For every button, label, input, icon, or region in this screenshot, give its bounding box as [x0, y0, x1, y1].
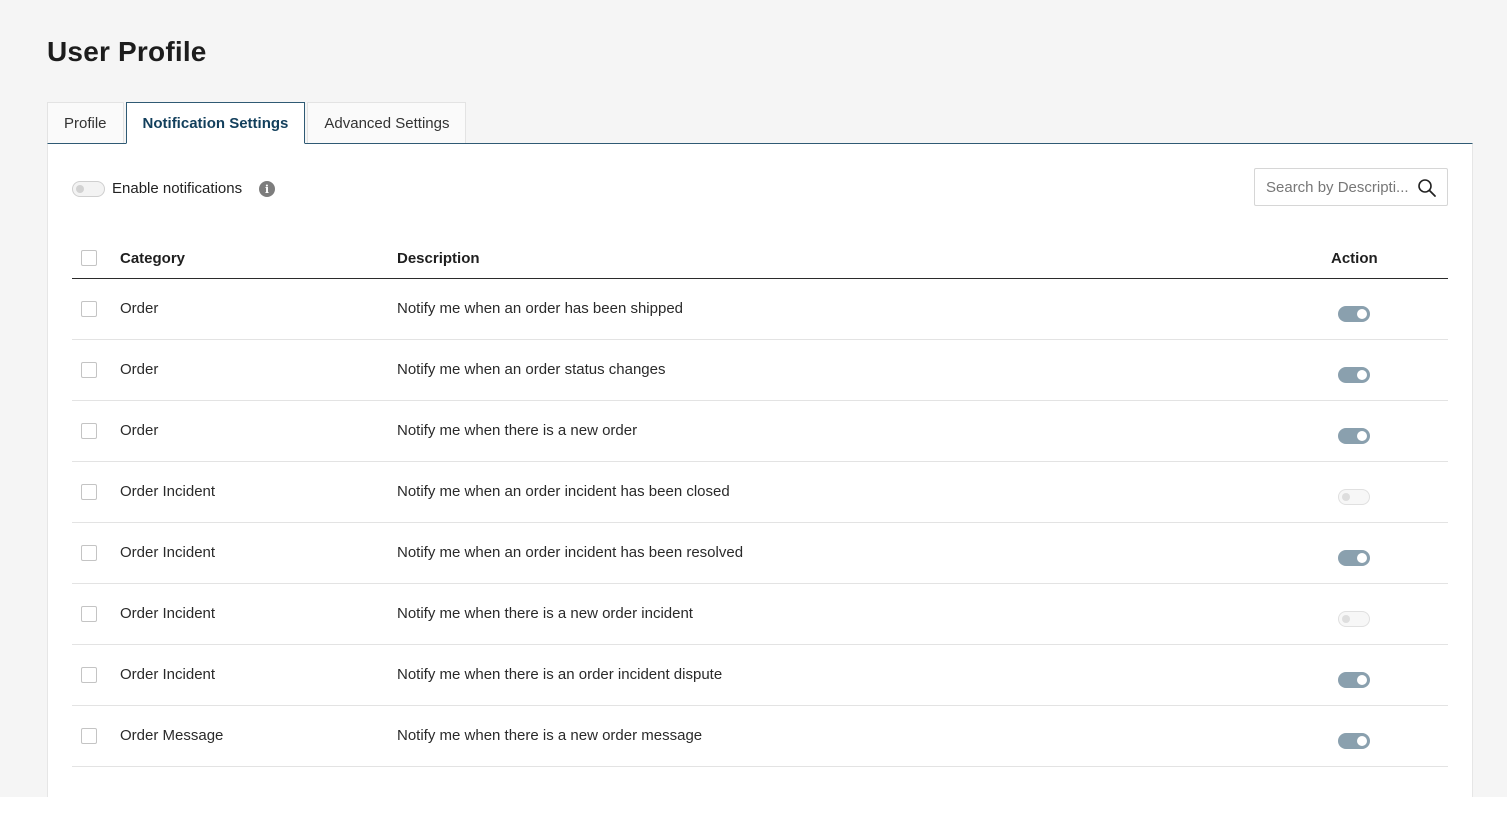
table-row: Order Notify me when an order has been sh… — [72, 279, 1448, 340]
row-checkbox[interactable] — [81, 606, 97, 622]
row-checkbox[interactable] — [81, 545, 97, 561]
notification-toggle[interactable] — [1338, 611, 1370, 627]
table-header: Category Description Action — [72, 238, 1448, 279]
notification-toggle[interactable] — [1338, 733, 1370, 749]
enable-notifications-label: Enable notifications — [112, 180, 243, 197]
notification-toggle[interactable] — [1338, 306, 1370, 322]
row-checkbox[interactable] — [81, 423, 97, 439]
description-cell: Notify me when an order status changes — [397, 361, 666, 378]
select-all-checkbox[interactable] — [81, 250, 97, 266]
row-checkbox[interactable] — [81, 667, 97, 683]
description-cell: Notify me when there is a new order inci… — [397, 605, 693, 622]
table-body: Order Notify me when an order has been sh… — [72, 279, 1448, 767]
table-row: Order Notify me when an order status chan… — [72, 340, 1448, 401]
notification-toggle[interactable] — [1338, 367, 1370, 383]
notification-toggle[interactable] — [1338, 672, 1370, 688]
row-checkbox[interactable] — [81, 301, 97, 317]
category-cell: Order Incident — [120, 544, 216, 561]
description-cell: Notify me when an order incident has bee… — [397, 483, 730, 500]
table-row: Order Message Notify me when there is a n… — [72, 706, 1448, 767]
description-cell: Notify me when there is an order inciden… — [397, 666, 723, 683]
notification-toggle[interactable] — [1338, 428, 1370, 444]
category-cell: Order — [120, 361, 159, 378]
description-cell: Notify me when an order has been shipped — [397, 300, 684, 317]
table-row: Order Incident Notify me when there is a … — [72, 584, 1448, 645]
tab-bar: Profile Notification Settings Advanced S… — [47, 102, 468, 144]
search-icon[interactable] — [1417, 178, 1437, 198]
toolbar: Enable notifications i — [72, 168, 1448, 208]
search-input[interactable] — [1255, 169, 1415, 205]
row-checkbox[interactable] — [81, 362, 97, 378]
row-checkbox[interactable] — [81, 728, 97, 744]
table-row: Order Notify me when there is a new order — [72, 401, 1448, 462]
description-cell: Notify me when an order incident has bee… — [397, 544, 744, 561]
notification-toggle[interactable] — [1338, 550, 1370, 566]
table-row: Order Incident Notify me when an order in… — [72, 523, 1448, 584]
search-box — [1254, 168, 1448, 206]
description-cell: Notify me when there is a new order — [397, 422, 638, 439]
column-header-category: Category — [120, 250, 186, 267]
column-header-description: Description — [397, 250, 480, 267]
notifications-table: Category Description Action Order Notify … — [72, 238, 1448, 767]
screenshot-cutoff — [0, 797, 1507, 824]
column-header-action: Action — [1331, 250, 1378, 267]
tab-profile[interactable]: Profile — [47, 102, 124, 144]
category-cell: Order Incident — [120, 605, 216, 622]
info-icon[interactable]: i — [259, 181, 275, 197]
tab-advanced-settings[interactable]: Advanced Settings — [307, 102, 467, 144]
description-cell: Notify me when there is a new order mess… — [397, 727, 703, 744]
page-title: User Profile — [47, 36, 207, 67]
table-row: Order Incident Notify me when an order in… — [72, 462, 1448, 523]
tab-notification-settings[interactable]: Notification Settings — [125, 102, 306, 144]
category-cell: Order — [120, 300, 159, 317]
category-cell: Order Message — [120, 727, 224, 744]
notification-settings-panel: Enable notifications i Category Descript… — [47, 143, 1473, 824]
enable-notifications-toggle[interactable] — [72, 181, 105, 197]
category-cell: Order — [120, 422, 159, 439]
category-cell: Order Incident — [120, 666, 216, 683]
row-checkbox[interactable] — [81, 484, 97, 500]
category-cell: Order Incident — [120, 483, 216, 500]
notification-toggle[interactable] — [1338, 489, 1370, 505]
table-row: Order Incident Notify me when there is an… — [72, 645, 1448, 706]
